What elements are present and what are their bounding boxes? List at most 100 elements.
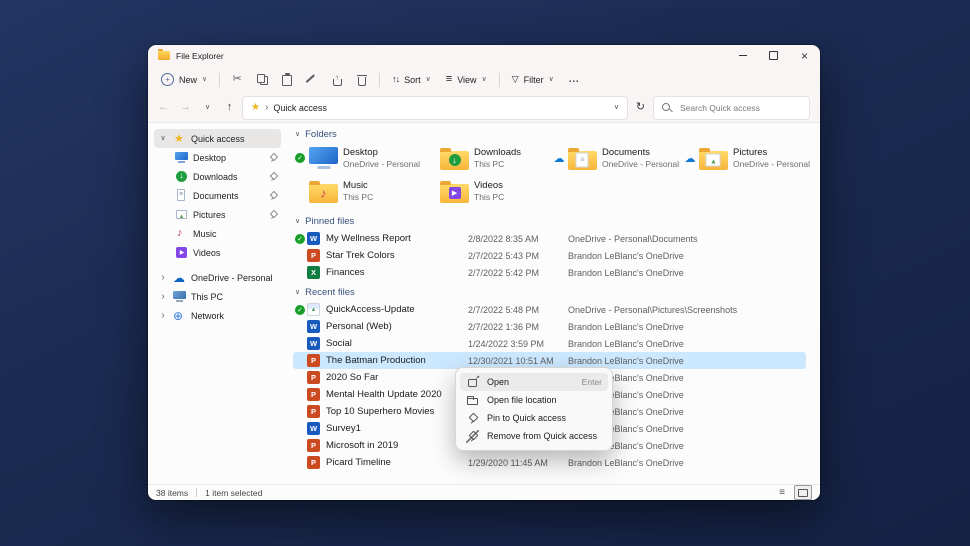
sort-button[interactable]: Sort [385,72,438,88]
title-bar[interactable]: File Explorer [148,45,820,66]
menu-item-shortcut: Enter [582,377,602,387]
menu-item-label: Remove from Quick access [487,431,597,441]
rename-button[interactable] [300,70,324,90]
file-name: Personal (Web) [326,321,468,332]
sidebar-item-pictures[interactable]: Pictures [154,205,281,224]
search-input[interactable] [678,102,801,114]
breadcrumb-location[interactable]: Quick access [273,103,327,113]
folder-tile-music[interactable]: Music This PC [293,176,420,206]
cut-button[interactable] [225,70,249,90]
file-row[interactable]: Picard Timeline 1/29/2020 11:45 AM Brand… [293,454,806,471]
menu-item-open-file-location[interactable]: Open file location [460,391,608,409]
new-button-label: New [179,75,197,85]
command-bar: New Sort View Filter [148,66,820,93]
sidebar-item-label: Network [191,311,224,321]
file-row[interactable]: Personal (Web) 2/7/2022 1:36 PM Brandon … [293,318,806,335]
paste-icon [282,74,292,86]
paste-button[interactable] [275,70,299,90]
sidebar-item-network[interactable]: Network [154,306,281,325]
folder-open-icon [466,394,479,407]
menu-item-open[interactable]: Open Enter [460,373,608,391]
chevron-down-icon [482,76,487,83]
file-location: Brandon LeBlanc's OneDrive [568,356,806,366]
refresh-button[interactable] [631,98,650,117]
thumbnail-view-button[interactable] [794,485,812,500]
chevron-down-icon[interactable] [158,135,168,142]
sidebar-item-this-pc[interactable]: This PC [154,287,281,306]
address-dropdown-icon[interactable] [614,104,619,111]
folder-tile-pictures[interactable]: Pictures OneDrive - Personal [683,143,810,173]
sidebar-item-desktop[interactable]: Desktop [154,148,281,167]
more-options-button[interactable] [562,70,586,90]
search-box[interactable] [653,96,810,120]
file-date: 2/8/2022 8:35 AM [468,234,568,244]
copy-button[interactable] [250,70,274,90]
menu-item-remove-from-quick-access[interactable]: Remove from Quick access [460,427,608,445]
file-row[interactable]: Star Trek Colors 2/7/2022 5:43 PM Brando… [293,247,806,264]
folder-overlay-glyph [320,186,327,201]
file-row[interactable]: My Wellness Report 2/8/2022 8:35 AM OneD… [293,230,806,247]
new-button[interactable]: New [154,70,214,89]
sync-status [552,152,566,165]
section-label: Folders [305,129,337,140]
music-folder-icon [309,179,338,203]
address-breadcrumb[interactable]: Quick access [242,96,628,120]
sidebar-item-documents[interactable]: Documents [154,186,281,205]
file-name: My Wellness Report [326,233,468,244]
new-plus-icon [161,73,174,86]
folder-name: Videos [474,180,504,191]
folder-tile-videos[interactable]: Videos This PC [424,176,548,206]
pictures-folder-icon [699,146,728,170]
chevron-right-icon[interactable] [158,273,168,283]
minimize-button[interactable] [727,45,758,66]
more-icon [568,74,579,85]
pin-icon [466,412,479,425]
file-name: Star Trek Colors [326,250,468,261]
up-button[interactable] [220,98,239,117]
sidebar-item-label: Downloads [193,172,238,182]
sidebar-item-label: Videos [193,248,220,258]
file-location: Brandon LeBlanc's OneDrive [568,251,806,261]
folder-tile-desktop[interactable]: Desktop OneDrive - Personal [293,143,420,173]
sidebar-item-onedrive[interactable]: OneDrive - Personal [154,268,281,287]
delete-button[interactable] [350,70,374,90]
share-button[interactable] [325,70,349,90]
forward-button[interactable] [176,98,195,117]
maximize-button[interactable] [758,45,789,66]
menu-item-label: Open [487,377,509,387]
quick-access-star-icon [173,132,186,145]
sidebar-item-music[interactable]: Music [154,224,281,243]
filter-button[interactable]: Filter [505,72,561,88]
file-row[interactable]: Social 1/24/2022 3:59 PM Brandon LeBlanc… [293,335,806,352]
documents-icon [175,189,188,202]
back-button[interactable] [154,98,173,117]
sync-status [293,153,307,163]
folder-tile-downloads[interactable]: Downloads This PC [424,143,548,173]
word-file-icon [307,422,320,435]
file-row[interactable]: Finances 2/7/2022 5:42 PM Brandon LeBlan… [293,264,806,281]
sidebar-item-downloads[interactable]: Downloads [154,167,281,186]
close-button[interactable] [789,45,820,66]
view-button[interactable]: View [439,71,494,88]
sidebar-item-quick-access[interactable]: Quick access [154,129,281,148]
file-name: Social [326,338,468,349]
sidebar-item-videos[interactable]: Videos [154,243,281,262]
folder-tile-documents[interactable]: Documents OneDrive - Personal [552,143,679,173]
chevron-right-icon[interactable] [158,292,168,302]
section-header-folders[interactable]: Folders [295,127,810,141]
sidebar-item-label: Quick access [191,134,245,144]
folder-tile-text: Desktop OneDrive - Personal [343,147,420,169]
cut-icon [233,74,242,85]
section-header-pinned-files[interactable]: Pinned files [295,214,810,228]
section-label: Recent files [305,287,355,298]
details-view-button[interactable] [773,485,791,500]
recent-locations-button[interactable] [198,98,217,117]
section-header-recent-files[interactable]: Recent files [295,285,810,299]
menu-item-pin-to-quick-access[interactable]: Pin to Quick access [460,409,608,427]
folder-name: Desktop [343,147,420,158]
chevron-right-icon[interactable] [158,311,168,321]
toolbar-divider [499,73,500,87]
network-icon [173,309,186,322]
navigation-pane: Quick access Desktop Downloads Documents… [148,123,285,484]
file-row[interactable]: QuickAccess-Update 2/7/2022 5:48 PM OneD… [293,301,806,318]
